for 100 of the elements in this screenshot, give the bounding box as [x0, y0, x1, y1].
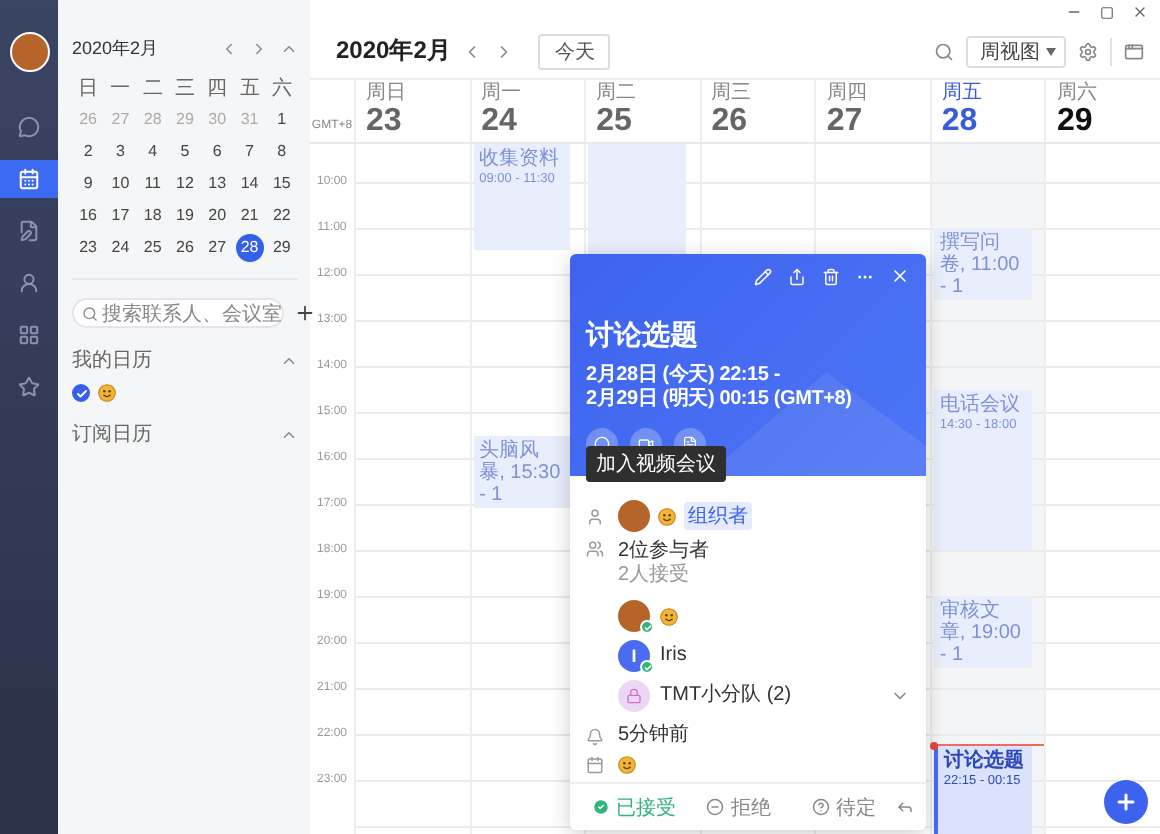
- mini-calendar-day[interactable]: 28: [235, 234, 264, 262]
- weekday-label: 周六: [1056, 82, 1099, 104]
- share-icon[interactable]: [788, 267, 806, 285]
- mini-calendar-title: 2020年2月: [72, 36, 161, 62]
- weekday-label: 周一: [481, 82, 524, 104]
- check-circle-icon: [592, 798, 611, 816]
- mini-calendar-day[interactable]: 27: [203, 234, 232, 262]
- event-title: 收集资料: [479, 148, 562, 170]
- mini-calendar-day[interactable]: 20: [203, 202, 232, 230]
- bell-icon: [586, 727, 604, 745]
- mini-calendar-day[interactable]: 24: [106, 234, 135, 262]
- avatar-initial: I: [631, 646, 637, 666]
- document-edit-icon: [18, 220, 40, 242]
- mini-calendar-day[interactable]: 23: [74, 234, 103, 262]
- mini-calendar-day[interactable]: 6: [203, 138, 232, 166]
- mini-calendar-day[interactable]: 22: [267, 202, 296, 230]
- weekday-label: 四: [205, 76, 230, 102]
- mini-calendar-day[interactable]: 11: [138, 170, 167, 198]
- contacts-icon: [18, 272, 40, 294]
- mini-calendar-day[interactable]: 8: [267, 138, 296, 166]
- next-month-icon[interactable]: [250, 40, 268, 58]
- day-number[interactable]: 25: [596, 104, 700, 140]
- mini-calendar-day[interactable]: 4: [138, 138, 167, 166]
- reminder-text: 5分钟前: [618, 724, 690, 748]
- mini-calendar-day[interactable]: 15: [267, 170, 296, 198]
- calendar-checkbox[interactable]: [72, 384, 90, 402]
- add-icon[interactable]: [294, 302, 316, 324]
- organizer-icon: [586, 507, 604, 525]
- response-button[interactable]: 待定: [791, 793, 896, 821]
- mini-calendar-day[interactable]: 10: [106, 170, 135, 198]
- attendee-name: Iris: [660, 644, 687, 668]
- plus-icon: [1114, 790, 1138, 814]
- mini-calendar-day[interactable]: 1: [267, 106, 296, 134]
- mini-calendar-day[interactable]: 9: [74, 170, 103, 198]
- avatar: [618, 500, 650, 532]
- minus-circle-icon: [706, 798, 725, 816]
- close-icon[interactable]: [1132, 4, 1148, 20]
- weekday-label: 日: [76, 76, 101, 102]
- mini-calendar-day[interactable]: 7: [235, 138, 264, 166]
- event-label: 撰写问卷, 11:00 - 1: [939, 232, 1022, 298]
- mini-calendar-day[interactable]: 29: [267, 234, 296, 262]
- delete-icon[interactable]: [822, 267, 840, 285]
- event-title: 讨论选题: [586, 318, 700, 354]
- day-number[interactable]: 29: [1056, 104, 1160, 140]
- mini-calendar-day[interactable]: 21: [235, 202, 264, 230]
- mini-calendar-day[interactable]: 19: [170, 202, 199, 230]
- star-icon: [18, 376, 40, 398]
- event-time: 2月28日 (今天) 22:15 -: [586, 364, 782, 387]
- mini-calendar-day[interactable]: 26: [170, 234, 199, 262]
- mini-calendar-day[interactable]: 5: [170, 138, 199, 166]
- previous-month-icon[interactable]: [220, 40, 238, 58]
- mini-calendar-day[interactable]: 14: [235, 170, 264, 198]
- reply-icon: [895, 798, 914, 816]
- close-icon[interactable]: [890, 266, 910, 286]
- mini-calendar-day[interactable]: 3: [106, 138, 135, 166]
- settings-icon[interactable]: [1078, 41, 1098, 61]
- section-title: 我的日历: [72, 347, 154, 374]
- event-time: 2月29日 (明天) 00:15 (GMT+8): [586, 388, 854, 412]
- mini-calendar-day[interactable]: 13: [203, 170, 232, 198]
- chat-icon: [18, 116, 40, 138]
- mini-calendar-day[interactable]: 12: [170, 170, 199, 198]
- day-number[interactable]: 27: [826, 104, 930, 140]
- user-avatar[interactable]: [9, 32, 49, 72]
- apps-grid-icon: [18, 324, 40, 346]
- event-title: 讨论选题: [943, 750, 1026, 772]
- window-icon[interactable]: [1124, 41, 1144, 61]
- current-time-line: [931, 744, 1045, 746]
- edit-icon[interactable]: [754, 267, 772, 285]
- view-select[interactable]: 周视图: [966, 35, 1066, 67]
- mini-calendar-day[interactable]: 25: [138, 234, 167, 262]
- response-button[interactable]: 拒绝: [686, 793, 792, 821]
- smiley-icon: [98, 384, 116, 402]
- search-icon: [82, 305, 98, 321]
- day-number[interactable]: 24: [481, 104, 585, 140]
- collapse-icon[interactable]: [280, 40, 298, 58]
- participants-status: 2人接受: [618, 564, 692, 588]
- reply-button[interactable]: [895, 798, 914, 816]
- day-number[interactable]: 28: [941, 104, 1045, 140]
- smiley-icon: [660, 607, 678, 625]
- day-number[interactable]: 26: [711, 104, 815, 140]
- smiley-icon: [618, 756, 636, 774]
- weekday-label: 周二: [596, 82, 639, 104]
- day-number[interactable]: 23: [366, 104, 470, 140]
- weekday-label: 周日: [366, 82, 408, 104]
- weekday-label: 五: [237, 76, 262, 102]
- today-button[interactable]: 今天: [538, 33, 611, 69]
- mini-calendar-day[interactable]: 16: [74, 202, 103, 230]
- mini-calendar-day[interactable]: 18: [138, 202, 167, 230]
- search-field[interactable]: 搜索联系人、会议室: [72, 298, 284, 328]
- rail-nav-item[interactable]: [0, 160, 58, 198]
- weekday-label: 二: [140, 76, 165, 102]
- weekday-label: 周三: [711, 82, 754, 104]
- group-name: TMT小分队 (2): [660, 684, 794, 708]
- mini-calendar-day[interactable]: 2: [74, 138, 103, 166]
- maximize-icon[interactable]: [1100, 5, 1114, 19]
- smiley-icon: [658, 507, 676, 525]
- group-avatar: [618, 680, 650, 712]
- tooltip: 加入视频会议: [586, 446, 726, 482]
- mini-calendar-day[interactable]: 17: [106, 202, 135, 230]
- search-icon[interactable]: [934, 41, 954, 61]
